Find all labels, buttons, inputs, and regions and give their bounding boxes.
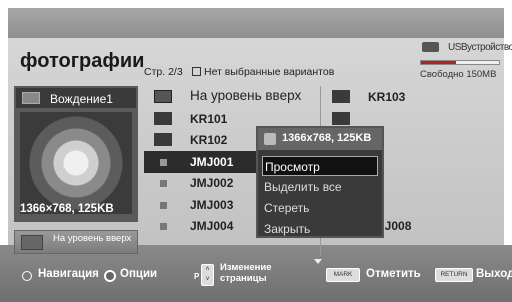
list-item-label: JMJ002	[190, 176, 234, 190]
navigation-label: Навигация	[38, 268, 99, 280]
folder-icon	[154, 111, 172, 125]
navigation-icon	[22, 271, 32, 281]
scroll-down-icon[interactable]	[314, 259, 322, 264]
usb-device-name: USBустройство	[448, 42, 512, 53]
up-folder-icon	[154, 90, 172, 103]
list-item-label: На уровень вверх	[190, 88, 302, 103]
file-icon	[160, 201, 167, 209]
folder-icon	[332, 111, 350, 125]
context-menu-title: 1366x768, 125KB	[282, 132, 372, 144]
preview-resolution: 1366×768, 125KB	[20, 203, 114, 215]
top-band	[8, 8, 504, 38]
mark-key-button[interactable]: MARK	[326, 268, 360, 282]
context-menu-item[interactable]: Просмотр	[262, 156, 378, 176]
photo-icon	[264, 133, 276, 145]
page-indicator: Стр. 2/3	[144, 66, 183, 78]
list-item[interactable]: KR103	[322, 86, 498, 108]
page-change-key-icon[interactable]: ˄ ˅	[201, 264, 214, 286]
list-item-label: KR103	[368, 90, 406, 104]
current-folder-header: Вождение1	[16, 88, 136, 108]
preview-pane: Вождение1	[14, 86, 138, 222]
selection-status-text: Нет выбранные вариантов	[204, 66, 335, 78]
context-menu-item[interactable]: Стереть	[262, 198, 378, 218]
context-menu-item[interactable]: Закрыть	[262, 219, 378, 239]
context-menu-header: 1366x768, 125KB	[258, 128, 382, 150]
context-menu-item[interactable]: Выделить все	[262, 177, 378, 197]
up-level-button[interactable]: На уровень вверх	[14, 230, 138, 254]
usb-device-info: USBустройство Свободно 150MB	[420, 42, 512, 84]
list-item-label: KR101	[190, 111, 228, 126]
selection-status: Нет выбранные вариантов	[192, 66, 334, 78]
folder-icon	[154, 133, 172, 146]
usb-icon	[422, 42, 439, 52]
page-title: фотографии	[20, 50, 145, 72]
p-key-label: P	[194, 272, 200, 281]
file-icon	[160, 180, 167, 187]
folder-icon	[332, 90, 350, 103]
photo-thumbnail	[20, 112, 132, 214]
context-menu: 1366x768, 125KB Просмотр Выделить все Стер…	[256, 126, 384, 238]
folder-icon	[22, 92, 40, 104]
usb-free-space: Свободно 150MB	[420, 69, 497, 80]
return-key-button[interactable]: RETURN	[435, 268, 473, 282]
file-icon	[160, 223, 167, 230]
options-icon[interactable]	[104, 270, 116, 282]
options-label: Опции	[120, 268, 158, 280]
usb-usage-bar	[420, 60, 500, 65]
list-item-label: JMJ003	[190, 197, 234, 212]
page-change-label: Изменение страницы	[220, 262, 272, 284]
list-item-label: KR102	[190, 133, 228, 147]
photo-browser-screen: фотографии Стр. 2/3 Нет выбранные вариан…	[0, 0, 512, 302]
mark-label: Отметить	[366, 268, 421, 280]
up-folder-icon	[21, 235, 43, 250]
list-item-up-level[interactable]: На уровень вверх	[144, 86, 320, 108]
up-level-label: На уровень вверх	[53, 233, 132, 244]
checkbox-icon	[192, 67, 201, 76]
exit-label: Выход	[476, 268, 512, 280]
file-icon	[160, 158, 167, 166]
usb-usage-fill	[421, 61, 457, 64]
list-item-label: JMJ001	[190, 154, 234, 169]
list-item-label: JMJ004	[190, 219, 234, 233]
current-folder-name: Вождение1	[50, 92, 113, 106]
